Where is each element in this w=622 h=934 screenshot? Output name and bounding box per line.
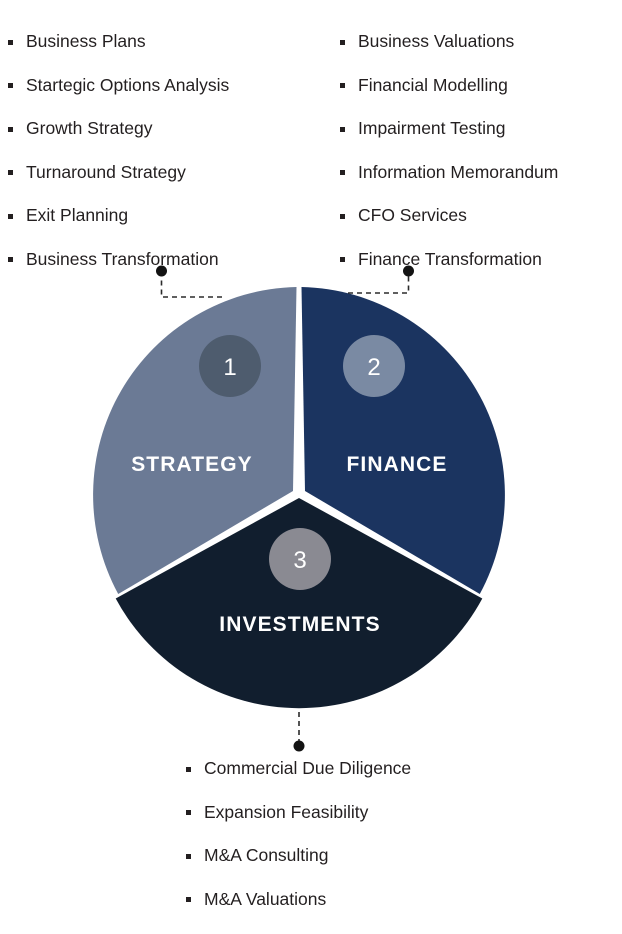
list-item-label: Information Memorandum [358,161,559,182]
investments-service-list: Commercial Due Diligence Expansion Feasi… [186,758,412,934]
list-item: Exit Planning [8,205,229,225]
list-item-label: CFO Services [358,205,467,225]
pie-label-investments: INVESTMENTS [219,613,380,636]
list-item: Information Memorandum [340,161,559,182]
list-item: M&A Valuations [186,888,411,909]
bullet-square-icon [186,810,191,816]
bullet-square-icon [186,897,191,903]
list-item: Startegic Options Analysis [8,74,230,95]
services-pie-diagram: 1 2 3 STRATEGY FINANCE INVESTMENTS [0,255,622,755]
bullet-square-icon [186,853,191,859]
bullet-square-icon [340,126,345,132]
list-item-label: Turnaround Strategy [26,161,186,182]
bullet-square-icon [8,126,13,132]
list-item: Commercial Due Diligence [186,758,412,778]
list-item: Business Plans [8,31,229,51]
bullet-square-icon [340,39,345,45]
badge-number-1: 1 [223,354,236,381]
list-item-label: Business Plans [26,31,146,51]
list-item: Financial Modelling [340,74,558,95]
pie-label-strategy: STRATEGY [131,453,253,476]
list-item: CFO Services [340,205,558,225]
list-item: M&A Consulting [186,845,411,865]
bullet-square-icon [340,83,345,89]
connector-line-strategy [160,273,222,298]
list-item-label: Growth Strategy [26,118,153,138]
list-item-label: Exit Planning [26,205,129,225]
list-item-label: Impairment Testing [358,118,506,138]
list-item-label: M&A Consulting [204,845,329,865]
list-item-label: Financial Modelling [358,74,508,95]
connector-dot-finance [403,265,414,277]
connector-line-finance [348,273,410,294]
list-item: Expansion Feasibility [186,801,411,822]
badge-number-2: 2 [367,354,380,381]
list-item: Impairment Testing [340,118,558,138]
list-item: Turnaround Strategy [8,161,229,182]
connector-dot-strategy [156,265,167,277]
bullet-square-icon [8,39,13,45]
bullet-square-icon [8,213,13,219]
list-item-label: Business Valuations [358,31,515,51]
list-item-label: Expansion Feasibility [204,801,369,822]
list-item-label: Startegic Options Analysis [26,74,230,95]
bullet-square-icon [340,213,345,219]
connector-dot-investments [293,740,305,752]
pie-label-finance: FINANCE [346,453,447,476]
list-item: Business Valuations [340,31,558,51]
list-item: Growth Strategy [8,118,229,138]
bullet-square-icon [340,170,345,176]
badge-number-3: 3 [293,547,306,574]
bullet-square-icon [8,83,13,89]
bullet-square-icon [8,170,13,176]
bullet-square-icon [186,766,191,772]
list-item-label: M&A Valuations [204,888,327,909]
list-item-label: Commercial Due Diligence [204,758,412,778]
